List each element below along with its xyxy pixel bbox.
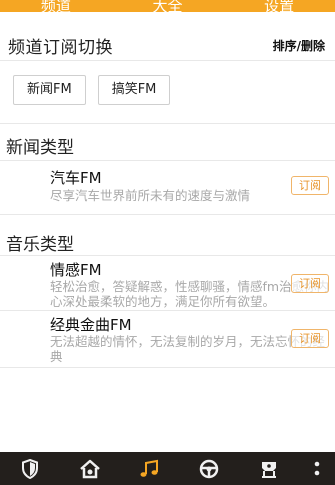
top-tab-bar: 频道 大全 设置 bbox=[0, 0, 335, 12]
divider bbox=[0, 310, 335, 311]
car-seat-icon bbox=[262, 461, 277, 478]
nav-item-shield[interactable] bbox=[10, 452, 50, 485]
bottom-nav bbox=[0, 452, 335, 485]
list-item[interactable]: 情感FM 轻松治愈，答疑解惑，性感聊骚，情感fm治愈你内心深处最柔软的地方，满足… bbox=[0, 258, 335, 310]
tab-channels[interactable]: 频道 bbox=[1, 0, 112, 12]
more-icon bbox=[314, 461, 320, 475]
channel-name: 情感FM bbox=[50, 261, 102, 279]
subscribe-button[interactable]: 订阅 bbox=[291, 274, 329, 293]
nav-item-steering[interactable] bbox=[189, 452, 229, 485]
channel-chip-news[interactable]: 新闻FM bbox=[13, 75, 86, 105]
steering-wheel-icon bbox=[200, 459, 219, 478]
nav-item-home[interactable] bbox=[70, 452, 110, 485]
tab-settings[interactable]: 设置 bbox=[224, 0, 335, 12]
divider bbox=[0, 255, 335, 256]
divider bbox=[0, 214, 335, 215]
channel-name: 汽车FM bbox=[50, 169, 102, 187]
channel-chip-comedy[interactable]: 搞笑FM bbox=[97, 75, 171, 105]
subscribed-channels: 新闻FM 搞笑FM bbox=[13, 75, 171, 105]
home-icon bbox=[79, 459, 100, 478]
music-icon bbox=[140, 459, 158, 477]
subscribe-button[interactable]: 订阅 bbox=[291, 176, 329, 195]
divider bbox=[0, 160, 335, 161]
section-title-music: 音乐类型 bbox=[6, 235, 74, 255]
shield-icon bbox=[21, 458, 38, 479]
list-item[interactable]: 汽车FM 尽享汽车世界前所未有的速度与激情 订阅 bbox=[0, 166, 335, 212]
sort-delete-button[interactable]: 排序/删除 bbox=[273, 37, 325, 54]
tab-catalog[interactable]: 大全 bbox=[112, 0, 223, 12]
app-screen: 频道 大全 设置 频道订阅切换 排序/删除 新闻FM 搞笑FM 新闻类型 汽车F… bbox=[0, 0, 335, 485]
subscription-header: 频道订阅切换 排序/删除 bbox=[0, 32, 335, 58]
subscription-title: 频道订阅切换 bbox=[8, 37, 113, 58]
nav-item-more[interactable] bbox=[309, 452, 325, 485]
divider bbox=[0, 60, 335, 61]
channel-name: 经典金曲FM bbox=[50, 316, 132, 334]
section-title-news: 新闻类型 bbox=[6, 138, 74, 158]
subscribe-button[interactable]: 订阅 bbox=[291, 329, 329, 348]
divider bbox=[0, 123, 335, 124]
list-item[interactable]: 经典金曲FM 无法超越的情怀，无法复制的岁月，无法忘怀的经典 订阅 bbox=[0, 313, 335, 367]
divider bbox=[0, 367, 335, 368]
nav-item-seat[interactable] bbox=[249, 452, 289, 485]
nav-item-music[interactable] bbox=[130, 452, 170, 485]
